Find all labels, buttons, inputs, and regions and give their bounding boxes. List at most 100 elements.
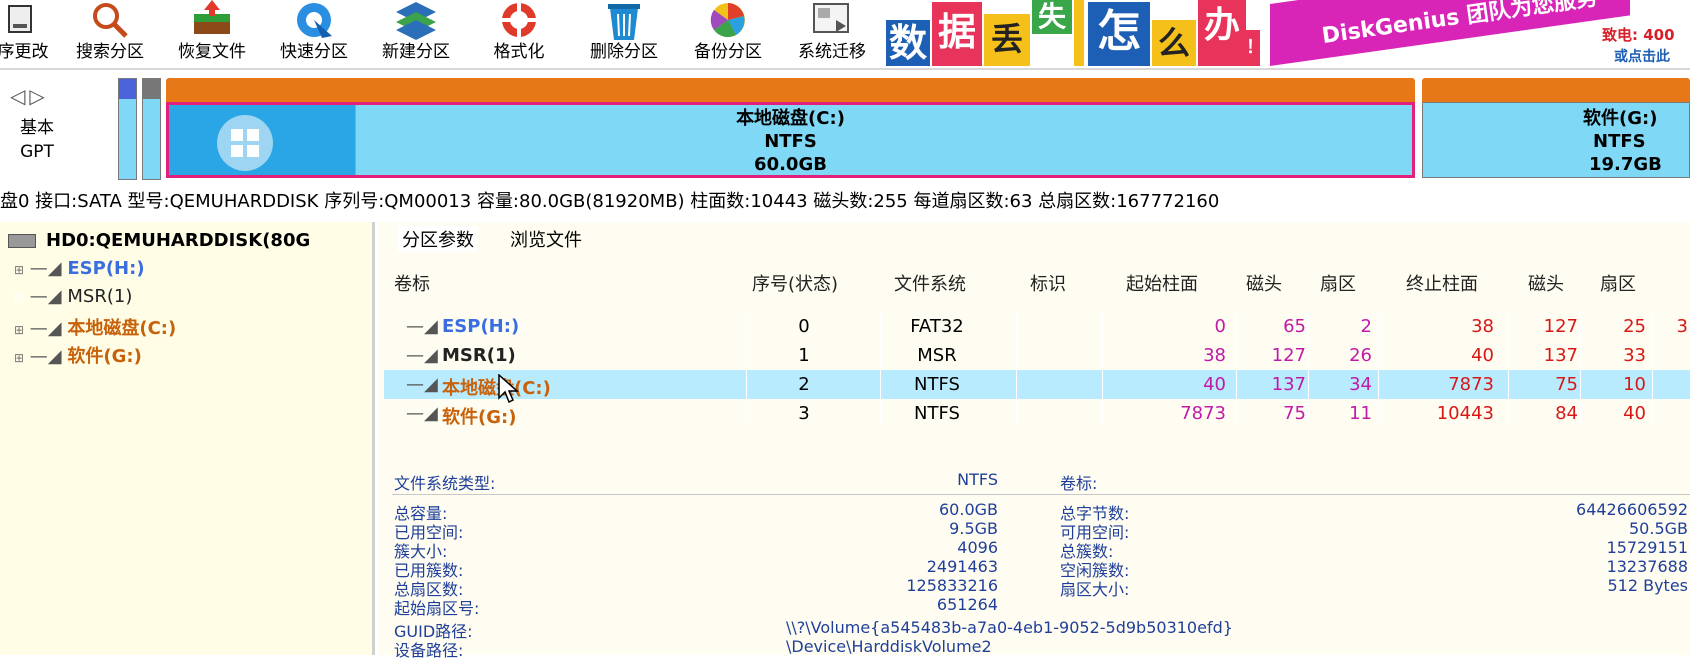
delete-partition-button[interactable]: 删除分区 (578, 0, 670, 66)
cell-idx: 2 (798, 374, 810, 395)
detail-value: 4096 (957, 538, 998, 557)
cell-esec: 10 (1623, 374, 1646, 395)
table-row[interactable]: —◢ 软件(G:) 3 NTFS 7873 75 11 10443 84 40 (384, 399, 1690, 428)
disk-nav[interactable]: ◁▷ (10, 84, 49, 108)
column-separator (746, 341, 747, 370)
column-separator (1102, 341, 1103, 370)
column-separator (1308, 370, 1309, 399)
detail-value: 15729151 (1606, 538, 1688, 557)
new-partition-button[interactable]: 新建分区 (370, 0, 462, 66)
column-separator (1016, 312, 1017, 341)
cell-ssec: 2 (1360, 316, 1372, 337)
format-icon (501, 2, 537, 38)
column-separator (1016, 399, 1017, 428)
column-separator (1378, 312, 1379, 341)
partition-msr-block[interactable] (142, 78, 161, 180)
tree-item-g[interactable]: ⊞ —◢ 软件(G:) (14, 342, 142, 368)
tab-partition-params[interactable]: 分区参数 (398, 226, 478, 252)
partition-icon: —◢ (29, 346, 62, 367)
tree-root-disk[interactable]: HD0:QEMUHARDDISK(80G (8, 230, 310, 251)
system-migrate-button[interactable]: 系统迁移 (786, 0, 878, 66)
disk-change-icon (8, 5, 32, 33)
partition-c-header (166, 78, 1415, 102)
partition-esp-block[interactable] (118, 78, 137, 180)
banner-char: 丢 (984, 14, 1030, 66)
disk-tree: HD0:QEMUHARDDISK(80G ⊞ —◢ ESP(H:) ⊞ —◢ M… (0, 222, 375, 655)
partition-icon: —◢ (29, 318, 62, 339)
table-row[interactable]: —◢ ESP(H:) 0 FAT32 0 65 2 38 127 25 3 (384, 312, 1690, 341)
column-separator (1308, 341, 1309, 370)
disk-type: 基本 GPT (8, 116, 66, 164)
tab-bar: 分区参数 浏览文件 (378, 222, 1690, 256)
cell-name: MSR(1) (442, 345, 516, 366)
cell-shead: 127 (1271, 345, 1306, 366)
detail-value: 60.0GB (939, 500, 998, 519)
cell-ssec: 26 (1349, 345, 1372, 366)
disk-style-label: GPT (20, 142, 54, 162)
expand-icon[interactable]: ⊞ (14, 323, 24, 337)
cell-extra: 3 (1676, 316, 1688, 337)
banner-char: 怎 (1088, 2, 1150, 66)
hard-disk-icon (8, 234, 36, 248)
tab-browse-files[interactable]: 浏览文件 (510, 226, 582, 252)
banner-char: ！ (1246, 30, 1264, 66)
cell-scyl: 0 (1214, 316, 1226, 337)
partition-g-fs: NTFS (1593, 131, 1646, 152)
partition-g-name: 软件(G:) (1583, 108, 1658, 129)
tree-item-c[interactable]: ⊞ —◢ 本地磁盘(C:) (14, 314, 176, 340)
column-header[interactable]: 卷标 (394, 270, 430, 296)
toolbar-label: 恢复文件 (178, 42, 246, 62)
previous-disk-icon[interactable]: ◁ (10, 84, 29, 108)
disk-info-bar: 盘0 接口:SATA 型号:QEMUHARDDISK 序列号:QM00013 容… (0, 188, 1690, 216)
column-header[interactable]: 起始柱面 (1126, 270, 1198, 296)
backup-partition-button[interactable]: 备份分区 (682, 0, 774, 66)
column-header[interactable]: 序号(状态) (752, 270, 838, 296)
column-header[interactable]: 扇区 (1320, 270, 1356, 296)
partition-g-block[interactable]: 软件(G:) NTFS 19.7GB (1422, 78, 1690, 178)
tree-item-msr[interactable]: ⊞ —◢ MSR(1) (14, 286, 132, 307)
detail-value: 50.5GB (1629, 519, 1688, 538)
column-header[interactable]: 文件系统 (894, 270, 966, 296)
table-row[interactable]: —◢ 本地磁盘(C:) 2 NTFS 40 137 34 7873 75 10 (384, 370, 1690, 399)
expand-icon[interactable]: ⊞ (14, 263, 24, 277)
partition-g-header (1422, 78, 1690, 102)
promo-banner[interactable]: 数 据 丢 失 怎 么 办 ！ DiskGenius 团队为您服务 致电: 40… (884, 0, 1690, 67)
partition-c-fs: NTFS (764, 131, 817, 152)
partition-c-body: 本地磁盘(C:) NTFS 60.0GB (166, 102, 1415, 178)
partition-icon: —◢ (29, 286, 62, 307)
recover-file-button[interactable]: 恢复文件 (166, 0, 258, 66)
detail-key: 起始扇区号: (394, 599, 480, 618)
next-disk-icon[interactable]: ▷ (29, 84, 48, 108)
cell-esec: 40 (1623, 403, 1646, 424)
cell-ecyl: 40 (1471, 345, 1494, 366)
column-header[interactable]: 磁头 (1246, 270, 1282, 296)
detail-key: 扇区大小: (1060, 580, 1130, 599)
quick-partition-button[interactable]: 快速分区 (268, 0, 360, 66)
column-separator (880, 370, 881, 399)
search-partition-button[interactable]: 搜索分区 (64, 0, 156, 66)
fs-type-value: NTFS (957, 470, 998, 489)
device-path-label: 设备路径: (394, 641, 464, 660)
toolbar-label: 系统迁移 (798, 42, 866, 62)
toolbar-label: 快速分区 (280, 42, 348, 62)
column-header[interactable]: 磁头 (1528, 270, 1564, 296)
disk-change-button[interactable]: 序更改 (0, 0, 56, 66)
system-migrate-icon (813, 3, 849, 33)
tree-item-esp[interactable]: ⊞ —◢ ESP(H:) (14, 258, 145, 279)
column-separator (1308, 399, 1309, 428)
column-header[interactable]: 标识 (1030, 270, 1066, 296)
detail-value: 651264 (936, 595, 998, 614)
cell-esec: 33 (1623, 345, 1646, 366)
partition-c-block[interactable]: 本地磁盘(C:) NTFS 60.0GB (166, 78, 1415, 178)
new-partition-icon (396, 2, 436, 40)
column-separator (1016, 370, 1017, 399)
column-header[interactable]: 扇区 (1600, 270, 1636, 296)
quick-partition-icon (297, 3, 332, 38)
column-header[interactable]: 终止柱面 (1406, 270, 1478, 296)
toolbar-label: 备份分区 (694, 42, 762, 62)
column-separator (1580, 399, 1581, 428)
format-button[interactable]: 格式化 (478, 0, 560, 66)
expand-icon[interactable]: ⊞ (14, 351, 24, 365)
table-row[interactable]: —◢ MSR(1) 1 MSR 38 127 26 40 137 33 (384, 341, 1690, 370)
search-magnifier-icon (93, 3, 128, 38)
